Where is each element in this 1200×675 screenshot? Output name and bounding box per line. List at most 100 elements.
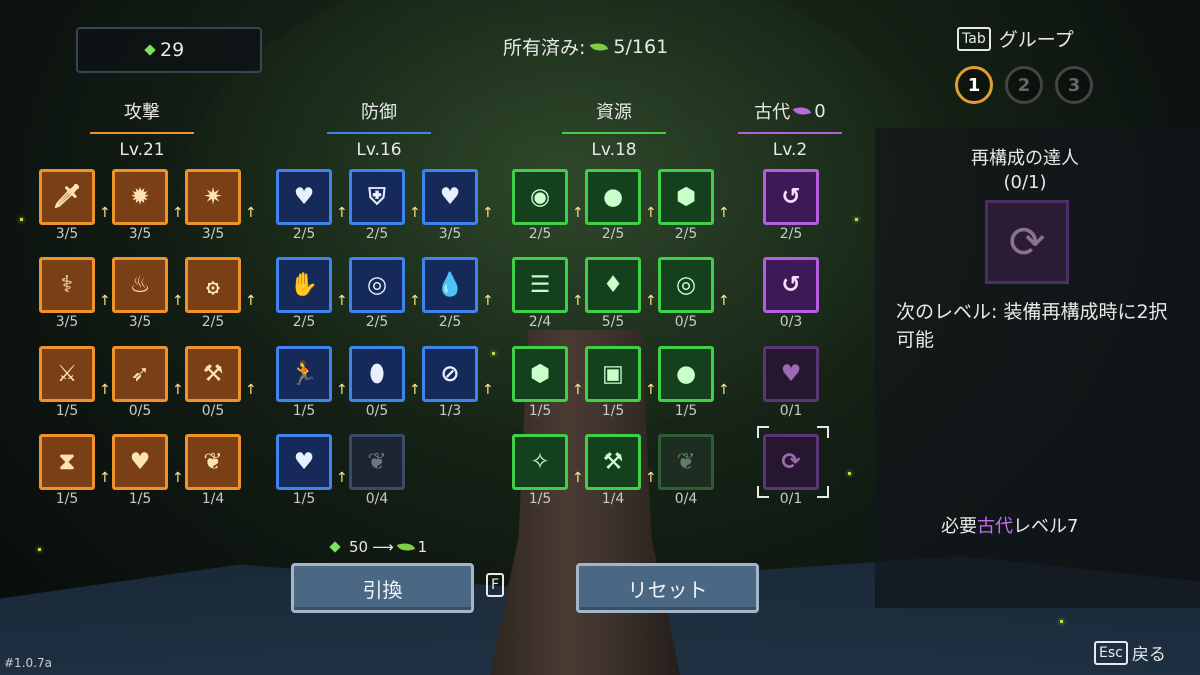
upgrade-arrow-icon: ↑ bbox=[572, 470, 584, 486]
attack-skill-1[interactable]: 🗡 bbox=[39, 169, 95, 225]
resource-level: Lv.18 bbox=[591, 140, 637, 160]
upgrade-arrow-icon: ↑ bbox=[645, 382, 657, 398]
droplet-icon: 💧 bbox=[435, 271, 465, 298]
skill-count: 3/5 bbox=[438, 226, 462, 242]
skill-count: 1/5 bbox=[528, 491, 552, 507]
defense-skill-5[interactable]: ◎ bbox=[349, 257, 405, 313]
sparkle-swirl-icon: ↺ bbox=[781, 271, 801, 298]
skill-count: 1/4 bbox=[201, 491, 225, 507]
skill-count: 1/5 bbox=[674, 403, 698, 419]
leaf-icon bbox=[396, 539, 415, 555]
defense-skill-1[interactable]: ♥ bbox=[276, 169, 332, 225]
requirement-suffix: レベル7 bbox=[1013, 516, 1079, 537]
ancient-skill-3[interactable]: ♥ bbox=[763, 346, 819, 402]
attack-skill-10[interactable]: ⧗ bbox=[39, 434, 95, 490]
heart-10-icon: ♥ bbox=[293, 448, 315, 475]
attack-skill-3[interactable]: ✷ bbox=[185, 169, 241, 225]
skill-count: 1/5 bbox=[292, 491, 316, 507]
resource-skill-10[interactable]: ✧ bbox=[512, 434, 568, 490]
skill-count: 1/5 bbox=[128, 491, 152, 507]
defense-skill-8[interactable]: ⬮ bbox=[349, 346, 405, 402]
skill-count: 3/5 bbox=[55, 226, 79, 242]
skill-count: 0/5 bbox=[674, 314, 698, 330]
defense-skill-11[interactable]: ❦ bbox=[349, 434, 405, 490]
currency-amount: 29 bbox=[160, 39, 185, 61]
burst-icon: ✷ bbox=[203, 183, 223, 210]
ancient-title: 古代 bbox=[754, 102, 791, 123]
slash-icon: ⚔ bbox=[56, 360, 78, 387]
resource-skill-8[interactable]: ▣ bbox=[585, 346, 641, 402]
resource-skill-3[interactable]: ⬢ bbox=[658, 169, 714, 225]
resource-skill-9[interactable]: ● bbox=[658, 346, 714, 402]
selection-corner bbox=[757, 426, 769, 438]
upgrade-arrow-icon: ↑ bbox=[482, 382, 494, 398]
resource-skill-6[interactable]: ◎ bbox=[658, 257, 714, 313]
resource-skill-12[interactable]: ❦ bbox=[658, 434, 714, 490]
resource-skill-1[interactable]: ◉ bbox=[512, 169, 568, 225]
skill-count: 2/5 bbox=[601, 226, 625, 242]
attack-skill-8[interactable]: ➶ bbox=[112, 346, 168, 402]
group-label: グループ bbox=[998, 29, 1074, 51]
defense-skill-3[interactable]: ♥ bbox=[422, 169, 478, 225]
resource-skill-2[interactable]: ● bbox=[585, 169, 641, 225]
defense-skill-6[interactable]: 💧 bbox=[422, 257, 478, 313]
defense-skill-10[interactable]: ♥ bbox=[276, 434, 332, 490]
skill-count: 3/5 bbox=[55, 314, 79, 330]
attack-skill-9[interactable]: ⚒ bbox=[185, 346, 241, 402]
ancient-divider bbox=[738, 132, 842, 134]
resource-skill-5[interactable]: ♦ bbox=[585, 257, 641, 313]
attack-skill-7[interactable]: ⚔ bbox=[39, 346, 95, 402]
group-button-2[interactable]: 2 bbox=[1005, 66, 1043, 104]
winged-heart-icon: ♥ bbox=[780, 360, 802, 387]
selection-corner bbox=[817, 486, 829, 498]
slime-icon: ● bbox=[675, 360, 697, 387]
resource-skill-7[interactable]: ⬢ bbox=[512, 346, 568, 402]
defense-skill-4[interactable]: ✋ bbox=[276, 257, 332, 313]
upgrade-arrow-icon: ↑ bbox=[172, 205, 184, 221]
hand-icon: ✋ bbox=[289, 271, 319, 298]
back-button[interactable]: Esc 戻る bbox=[1094, 640, 1166, 665]
defense-skill-9[interactable]: ⊘ bbox=[422, 346, 478, 402]
chest-icon: ▣ bbox=[602, 360, 624, 387]
group-button-3[interactable]: 3 bbox=[1055, 66, 1093, 104]
upgrade-arrow-icon: ↑ bbox=[409, 382, 421, 398]
skill-count: 1/5 bbox=[55, 403, 79, 419]
ancient-skill-2[interactable]: ↺ bbox=[763, 257, 819, 313]
attack-skill-12[interactable]: ❦ bbox=[185, 434, 241, 490]
skill-count: 0/5 bbox=[365, 403, 389, 419]
attack-skill-11[interactable]: ♥ bbox=[112, 434, 168, 490]
firefly bbox=[492, 352, 495, 355]
skill-count: 2/5 bbox=[365, 314, 389, 330]
ancient-skill-1[interactable]: ↺ bbox=[763, 169, 819, 225]
defense-title: 防御 bbox=[361, 102, 397, 123]
detail-description: 次のレベル: 装備再構成時に2択可能 bbox=[896, 301, 1168, 351]
hourglass-icon: ⧗ bbox=[58, 448, 76, 475]
skill-count: 3/5 bbox=[128, 226, 152, 242]
coin-icon: ◉ bbox=[529, 183, 551, 210]
attack-skill-4[interactable]: ⚕ bbox=[39, 257, 95, 313]
attack-skill-2[interactable]: ✹ bbox=[112, 169, 168, 225]
group-button-1[interactable]: 1 bbox=[955, 66, 993, 104]
leaf-icon bbox=[590, 39, 609, 54]
defense-skill-7[interactable]: 🏃 bbox=[276, 346, 332, 402]
resource-skill-11[interactable]: ⚒ bbox=[585, 434, 641, 490]
upgrade-arrow-icon: ↑ bbox=[572, 382, 584, 398]
staff-icon: ⚕ bbox=[60, 271, 74, 298]
exchange-button[interactable]: 引換 bbox=[291, 563, 474, 613]
upgrade-arrow-icon: ↑ bbox=[336, 293, 348, 309]
defense-skill-2[interactable]: ⛨ bbox=[349, 169, 405, 225]
skill-count: 1/5 bbox=[292, 403, 316, 419]
resource-skill-4[interactable]: ☰ bbox=[512, 257, 568, 313]
attack-skill-6[interactable]: ۞ bbox=[185, 257, 241, 313]
skill-count: 2/5 bbox=[365, 226, 389, 242]
reset-button[interactable]: リセット bbox=[576, 563, 759, 613]
shield-icon: ⛨ bbox=[368, 183, 386, 210]
explosion-icon: ✹ bbox=[130, 183, 150, 210]
gem-icon bbox=[144, 44, 156, 56]
upgrade-arrow-icon: ↑ bbox=[336, 205, 348, 221]
crystal-icon: ⬢ bbox=[675, 183, 697, 210]
group-selector: 1 2 3 bbox=[955, 66, 1093, 104]
leaf-icon: ❦ bbox=[367, 448, 387, 475]
attack-skill-5[interactable]: ♨ bbox=[112, 257, 168, 313]
version-label: #1.0.7a bbox=[4, 656, 52, 670]
